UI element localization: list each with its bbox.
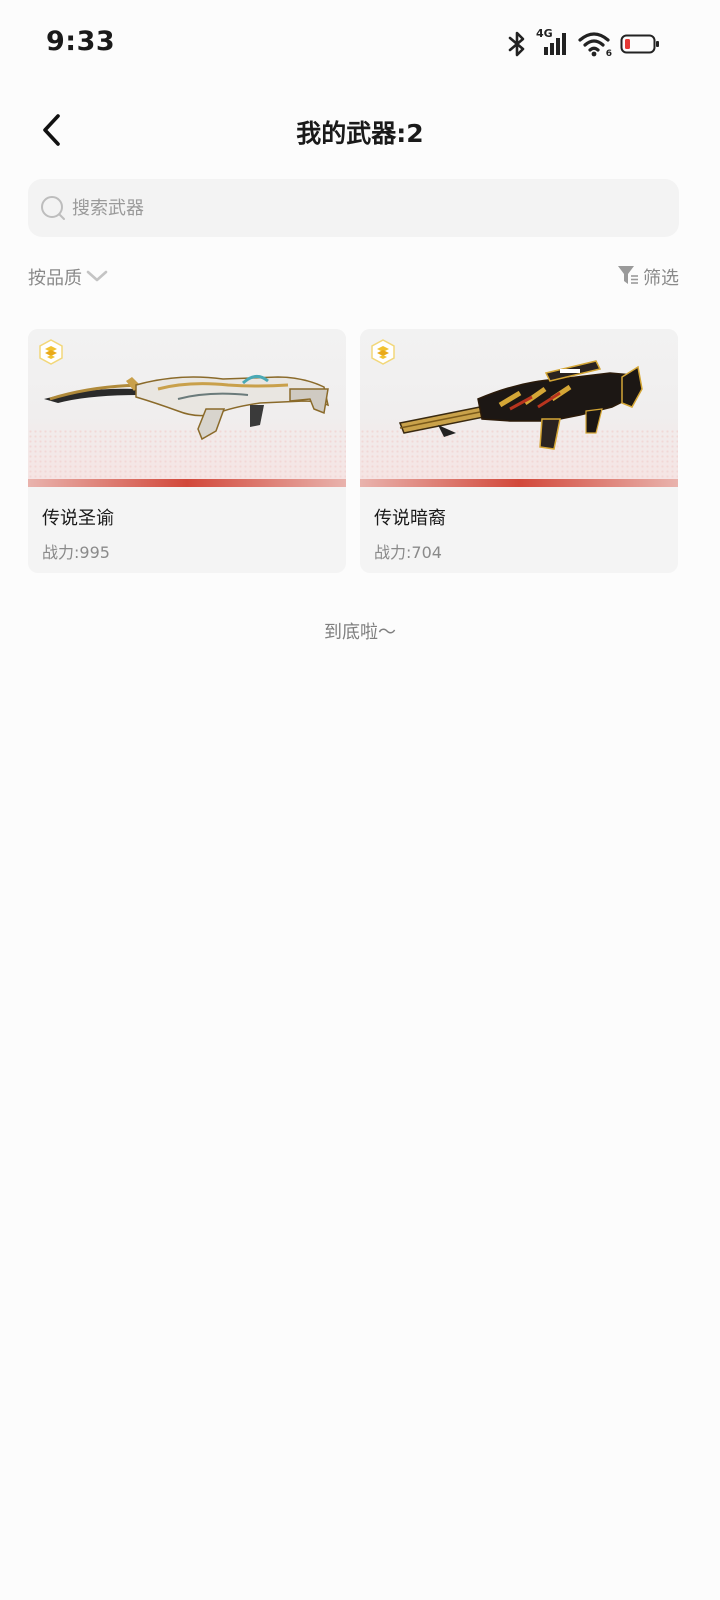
page-title: 我的武器:2 [296, 119, 424, 148]
sort-by-quality-dropdown[interactable]: 按品质 [28, 264, 108, 290]
wifi-icon: 6 [578, 29, 612, 59]
rifle-ornate-white-gold-icon [44, 375, 330, 441]
search-icon [40, 195, 66, 221]
cellular-signal-icon: 4G [536, 27, 570, 59]
status-icons: 4G 6 [506, 27, 660, 60]
status-bar: 9:33 4G 6 [0, 0, 720, 88]
search-box[interactable] [28, 179, 679, 237]
weapon-image [28, 329, 346, 487]
filter-label: 筛选 [643, 268, 679, 289]
weapon-card[interactable]: 传说圣谕 战力:995 [28, 329, 346, 573]
sort-label: 按品质 [28, 268, 82, 289]
filter-icon [617, 264, 639, 290]
legendary-badge-icon [39, 339, 63, 365]
filter-button[interactable]: 筛选 [617, 264, 679, 290]
nav-bar: 我的武器:2 [0, 100, 720, 164]
battery-low-icon [620, 33, 660, 55]
weapon-power: 战力:995 [42, 543, 110, 562]
chevron-down-icon [86, 268, 108, 287]
search-input[interactable] [72, 188, 632, 228]
status-time: 9:33 [46, 26, 116, 57]
weapon-card[interactable]: 传说暗裔 战力:704 [360, 329, 678, 573]
wifi-band-label: 6 [605, 49, 612, 59]
weapon-image [360, 329, 678, 487]
network-type-label: 4G [536, 27, 553, 40]
filter-row: 按品质 筛选 [28, 260, 679, 296]
list-end-text: 到底啦～ [324, 622, 396, 643]
weapon-power: 战力:704 [374, 543, 442, 562]
bluetooth-icon [506, 30, 528, 58]
rifle-black-gold-icon [398, 360, 643, 450]
legendary-badge-icon [371, 339, 395, 365]
weapon-name: 传说暗裔 [374, 508, 446, 529]
weapon-name: 传说圣谕 [42, 508, 114, 529]
